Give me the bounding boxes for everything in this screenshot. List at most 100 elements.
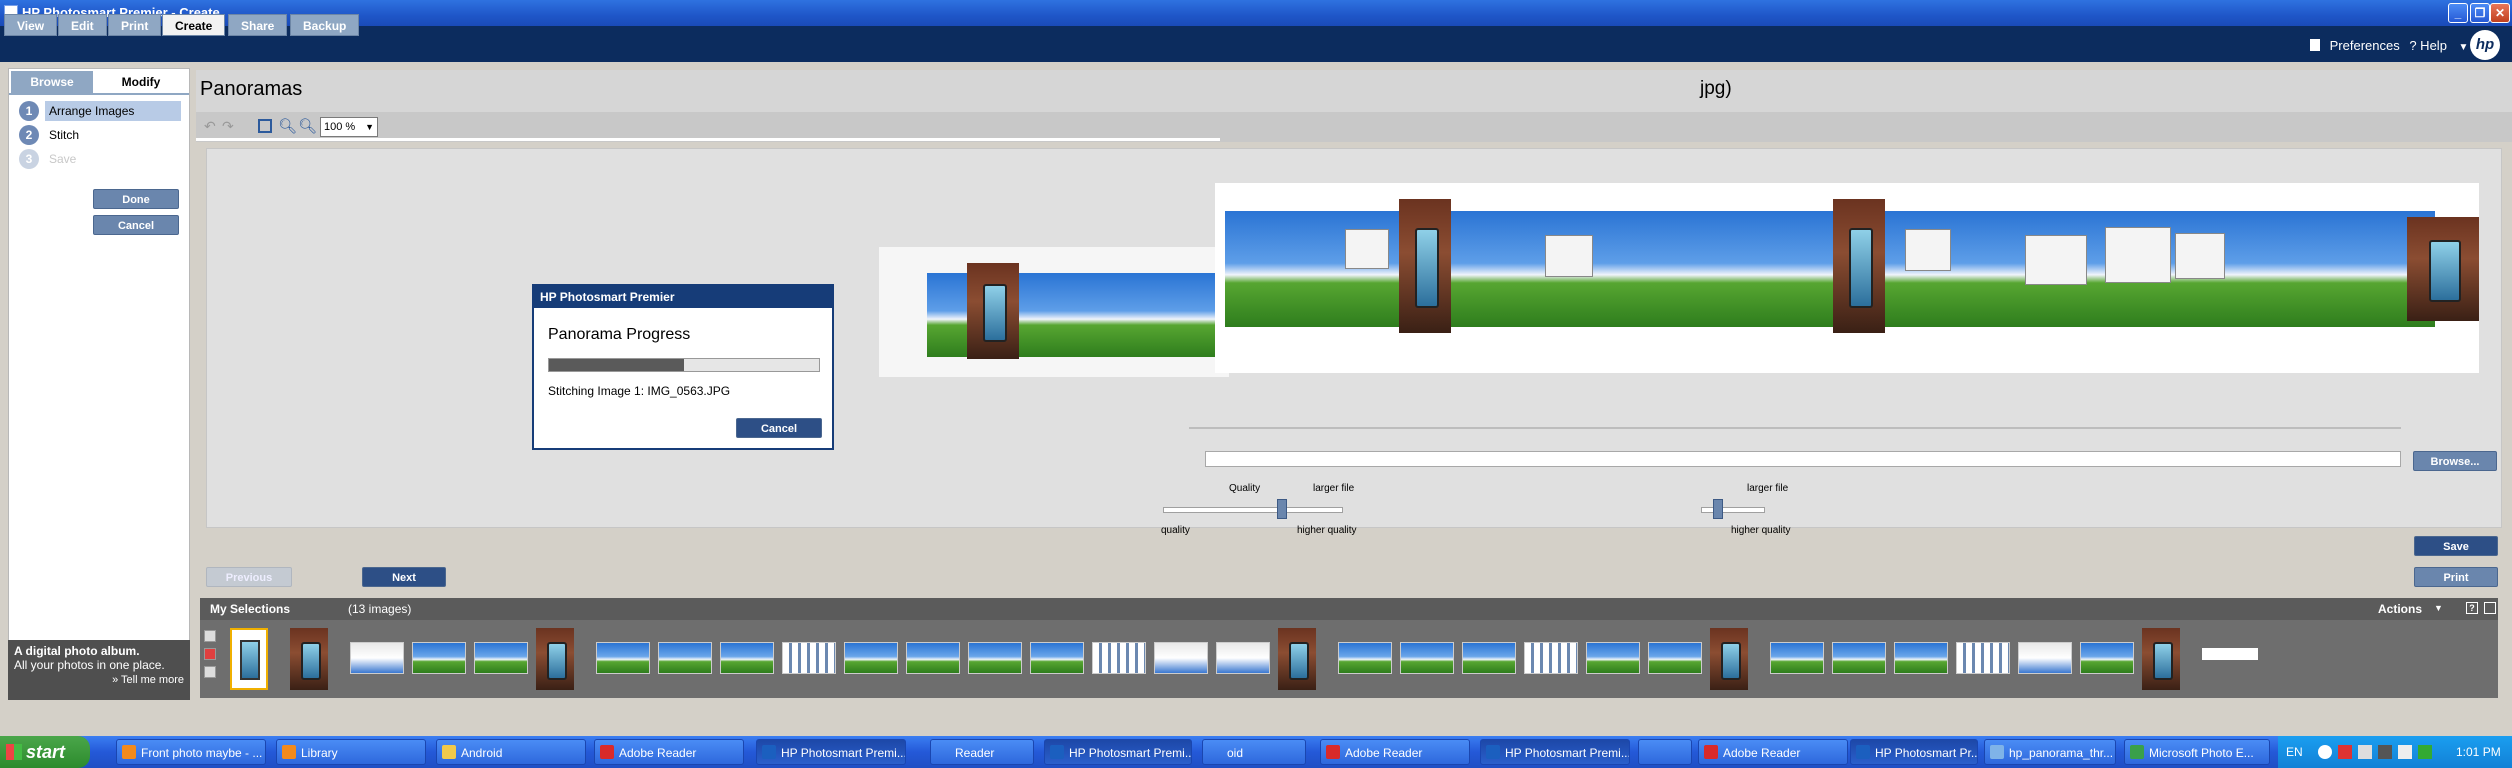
thumbnail[interactable] [1648, 642, 1702, 674]
print-icon[interactable] [204, 666, 216, 678]
thumbnail[interactable] [968, 642, 1022, 674]
thumbnail[interactable] [2142, 628, 2180, 690]
thumbnail[interactable] [1524, 642, 1578, 674]
preferences-link[interactable]: Preferences [2330, 38, 2400, 53]
help-icon[interactable]: ? [2466, 602, 2478, 614]
remove-icon[interactable] [204, 648, 216, 660]
browse-button[interactable]: Browse... [2413, 451, 2497, 471]
thumbnail[interactable] [350, 642, 404, 674]
taskbar-item[interactable]: Front photo maybe - ... [116, 739, 266, 765]
tab-backup[interactable]: Backup [290, 14, 360, 36]
quality-slider-track[interactable] [1701, 507, 1765, 513]
thumbnail[interactable] [1030, 642, 1084, 674]
thumbnail[interactable] [906, 642, 960, 674]
tab-create[interactable]: Create [162, 14, 226, 36]
tray-icon[interactable] [2378, 745, 2392, 759]
thumbnail[interactable] [2018, 642, 2072, 674]
tray-icon[interactable] [2338, 745, 2352, 759]
taskbar-item[interactable]: Adobe Reader [1320, 739, 1470, 765]
zoom-out-icon[interactable]: 🔍︎ [278, 117, 297, 135]
quality-slider-thumb[interactable] [1277, 499, 1287, 519]
thumbnail[interactable] [1894, 642, 1948, 674]
fit-to-window-icon[interactable] [258, 119, 272, 133]
taskbar-item[interactable]: HP Photosmart Pr... [1850, 739, 1978, 765]
taskbar-item[interactable]: HP Photosmart Premi... [756, 739, 906, 765]
cancel-button[interactable]: Cancel [93, 215, 179, 235]
start-button[interactable]: start [0, 736, 90, 768]
tell-me-more-link[interactable]: » Tell me more [14, 674, 184, 686]
thumbnail[interactable] [1338, 642, 1392, 674]
start-label: start [26, 742, 66, 762]
taskbar-item[interactable]: Android [436, 739, 586, 765]
thumbnail[interactable] [1710, 628, 1748, 690]
quality-slider-track[interactable] [1163, 507, 1343, 513]
thumbnail[interactable] [412, 642, 466, 674]
print-button[interactable]: Print [2414, 567, 2498, 587]
actions-menu[interactable]: Actions [2378, 602, 2422, 616]
dialog-cancel-button[interactable]: Cancel [736, 418, 822, 438]
chevron-down-icon[interactable]: ▼ [2459, 42, 2469, 53]
tray-icon[interactable] [2398, 745, 2412, 759]
close-icon[interactable]: ✕ [2490, 3, 2510, 23]
tab-print[interactable]: Print [108, 14, 162, 36]
help-link[interactable]: ? Help [2409, 38, 2447, 53]
collapse-icon[interactable] [2484, 602, 2496, 614]
thumbnail[interactable] [536, 628, 574, 690]
tab-view[interactable]: View [4, 14, 58, 36]
tab-modify[interactable]: Modify [95, 71, 187, 93]
thumbnail[interactable] [230, 628, 268, 690]
thumbnail[interactable] [1400, 642, 1454, 674]
thumbnail[interactable] [844, 642, 898, 674]
thumbnail[interactable] [290, 628, 328, 690]
zoom-in-icon[interactable]: 🔍︎ [298, 117, 317, 135]
thumbnail[interactable] [2202, 648, 2258, 660]
taskbar-item[interactable]: HP Photosmart Premi... [1044, 739, 1192, 765]
minimize-icon[interactable]: _ [2448, 3, 2468, 23]
thumbnail[interactable] [596, 642, 650, 674]
redo-icon[interactable]: ↷ [222, 118, 234, 135]
thumbnail[interactable] [1278, 628, 1316, 690]
thumbnail[interactable] [1956, 642, 2010, 674]
tab-edit[interactable]: Edit [58, 14, 107, 36]
thumbnail[interactable] [658, 642, 712, 674]
quality-slider-thumb[interactable] [1713, 499, 1723, 519]
tab-browse[interactable]: Browse [11, 71, 93, 93]
chevron-down-icon[interactable]: ▼ [2434, 603, 2443, 613]
language-indicator[interactable]: EN [2286, 736, 2303, 768]
save-path-field[interactable] [1205, 451, 2401, 467]
taskbar-item[interactable]: hp_panorama_thr... [1984, 739, 2116, 765]
undo-icon[interactable]: ↶ [204, 118, 216, 135]
taskbar-item[interactable]: oid [1202, 739, 1306, 765]
thumbnail[interactable] [720, 642, 774, 674]
step-arrange-images[interactable]: Arrange Images [45, 101, 181, 121]
thumbnail[interactable] [1216, 642, 1270, 674]
taskbar-item[interactable]: Adobe Reader [1698, 739, 1848, 765]
next-button[interactable]: Next [362, 567, 446, 587]
tray-icon[interactable] [2318, 745, 2332, 759]
panorama-image [2407, 217, 2479, 321]
taskbar-item[interactable]: Microsoft Photo E... [2124, 739, 2270, 765]
tray-icon[interactable] [2358, 745, 2372, 759]
thumbnail[interactable] [1832, 642, 1886, 674]
thumbnail[interactable] [1092, 642, 1146, 674]
taskbar-item[interactable]: Reader [930, 739, 1034, 765]
thumbnail[interactable] [1154, 642, 1208, 674]
tab-share[interactable]: Share [228, 14, 288, 36]
step-stitch[interactable]: Stitch [45, 125, 83, 145]
thumbnail[interactable] [782, 642, 836, 674]
done-button[interactable]: Done [93, 189, 179, 209]
thumbnail[interactable] [1586, 642, 1640, 674]
taskbar-item[interactable] [1638, 739, 1692, 765]
zoom-select[interactable]: 100 % ▼ [320, 117, 378, 137]
taskbar-item[interactable]: Adobe Reader [594, 739, 744, 765]
taskbar-item[interactable]: HP Photosmart Premi... [1480, 739, 1630, 765]
thumbnail[interactable] [1462, 642, 1516, 674]
thumbnail[interactable] [474, 642, 528, 674]
tray-icon[interactable] [2418, 745, 2432, 759]
thumbnail[interactable] [1770, 642, 1824, 674]
add-icon[interactable] [204, 630, 216, 642]
restore-icon[interactable]: ❐ [2470, 3, 2490, 23]
save-button[interactable]: Save [2414, 536, 2498, 556]
taskbar-item[interactable]: Library [276, 739, 426, 765]
thumbnail[interactable] [2080, 642, 2134, 674]
